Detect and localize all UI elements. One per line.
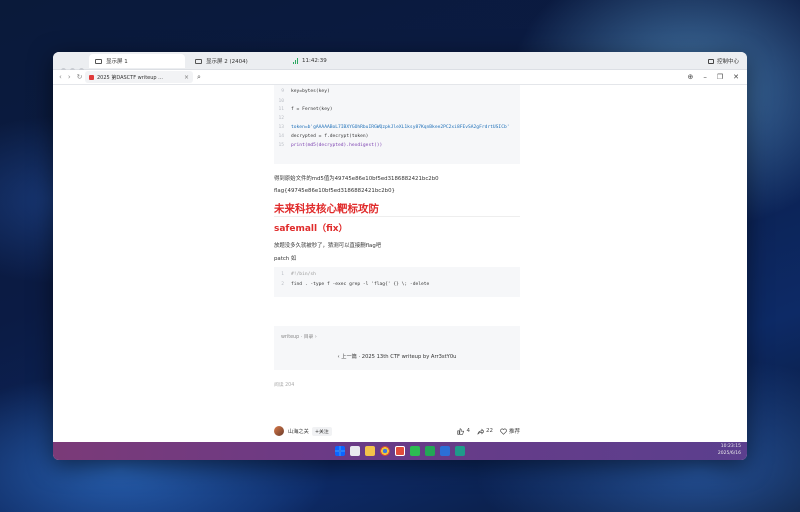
code-line: 9 key=bytes(key) (281, 89, 330, 94)
forward-icon[interactable]: › (68, 72, 71, 82)
code-line: 11 f = Fernet(key) (278, 107, 333, 112)
code-line: 12 (278, 116, 284, 121)
browser-tab[interactable]: 2025 第DASCTF writeup ... × (85, 71, 193, 83)
read-count: 阅读 204 (274, 383, 295, 388)
like-count: 4 (466, 428, 470, 434)
monitor-icon (195, 58, 202, 64)
paragraph-patch: patch 如 (274, 256, 297, 262)
globe-icon[interactable]: ⊕ (687, 71, 693, 83)
like-button[interactable]: 4 (457, 427, 470, 435)
tab-label: 显示屏 1 (106, 59, 128, 65)
code-block-decrypt: 9 key=bytes(key) 10 11 f = Fernet(key) 12 … (274, 85, 520, 164)
previous-article-link[interactable]: ‹ 上一篇 · 2025 13th CTF writeup by Arr3stY… (274, 353, 520, 360)
remote-desktop-window: 显示屏 1 显示屏 2 (2404) 11:42:39 控制中心 ‹ › ↻ 2… (53, 52, 747, 460)
remote-desktop-icon[interactable] (440, 446, 450, 456)
minimize-icon[interactable]: – (703, 71, 707, 83)
divider (274, 216, 520, 217)
code-block-patch: 1 #!/bin/sh 2 find . -type f -exec grep -l… (274, 267, 520, 297)
control-center-label: 控制中心 (716, 59, 739, 65)
author-name[interactable]: 山海之关 (288, 428, 309, 435)
article-actions: 4 22 推荐 (457, 426, 520, 436)
close-tab-icon[interactable]: × (184, 74, 189, 81)
connection-time: 11:42:39 (302, 58, 327, 64)
monitor-icon (95, 58, 102, 64)
recommend-label: 推荐 (508, 429, 520, 435)
signal-icon (293, 58, 298, 64)
code-line: 10 (278, 99, 284, 104)
code-line: 13 token=b'gAAAAABoL7IBXYGOhRbuIRGWQzpkJl… (278, 125, 510, 130)
display-tab-bar: 显示屏 1 显示屏 2 (2404) 11:42:39 控制中心 (53, 52, 747, 73)
connection-status: 11:42:39 (293, 55, 327, 67)
code-line: 15 print(md5(decrypted).hexdigest()) (278, 143, 383, 148)
browser-toolbar: ‹ › ↻ 2025 第DASCTF writeup ... × ⌕ ⊕ – ❐… (53, 70, 747, 85)
close-icon[interactable]: ✕ (733, 71, 739, 83)
messaging-icon[interactable] (425, 446, 435, 456)
code-line: 2 find . -type f -exec grep -l 'flag{' {}… (281, 282, 430, 287)
taskbar: 10:23:15 2025/6/16 (53, 442, 747, 460)
browser-nav: ‹ › ↻ (59, 72, 83, 82)
author-bar: 山海之关 +关注 4 22 推荐 (274, 424, 520, 438)
heart-icon (500, 428, 507, 435)
paragraph-description: 放题没多久就被秒了，猜测可以直接删flag吧 (274, 243, 382, 249)
avatar[interactable] (274, 426, 284, 436)
paragraph-flag: flag{49745e86e10bf5ed3186882421bc2b0} (274, 188, 395, 194)
maximize-icon[interactable]: ❐ (717, 71, 723, 83)
tab-label: 显示屏 2 (2404) (206, 59, 248, 65)
recommend-button[interactable]: 推荐 (500, 427, 520, 435)
control-center-icon (707, 58, 714, 64)
terminal-icon[interactable] (455, 446, 465, 456)
clock-date: 2025/6/16 (717, 450, 741, 456)
app-icon[interactable] (395, 446, 405, 456)
chrome-icon[interactable] (380, 446, 390, 456)
share-count: 22 (485, 428, 493, 434)
clock-time: 10:23:15 (720, 444, 741, 449)
browser-tab-title: 2025 第DASCTF writeup ... (97, 74, 163, 81)
follow-button[interactable]: +关注 (312, 427, 332, 436)
window-controls: ⊕ – ❐ ✕ (687, 71, 739, 83)
paragraph-md5: 得到原始文件的md5值为49745e86e10bf5ed3186882421bc… (274, 176, 439, 182)
windows-start-icon[interactable] (335, 446, 345, 456)
section-heading: 未来科技核心靶标攻防 (274, 203, 379, 215)
tab-display-2[interactable]: 显示屏 2 (2404) (189, 54, 285, 68)
article-footer-card: writeup · 目录 › ‹ 上一篇 · 2025 13th CTF wri… (274, 326, 520, 370)
control-center-button[interactable]: 控制中心 (707, 55, 739, 67)
reload-icon[interactable]: ↻ (77, 72, 83, 82)
favicon-icon (89, 74, 94, 80)
code-line: 1 #!/bin/sh (281, 272, 316, 277)
thumbs-up-icon (457, 427, 465, 435)
code-line: 14 decrypted = f.decrypt(token) (278, 134, 369, 139)
wechat-icon[interactable] (410, 446, 420, 456)
tag-links[interactable]: writeup · 目录 › (281, 333, 317, 340)
tab-display-1[interactable]: 显示屏 1 (89, 54, 185, 68)
share-icon (477, 428, 484, 435)
article-page: 9 key=bytes(key) 10 11 f = Fernet(key) 12 … (53, 85, 747, 442)
subsection-heading: safemall（fix） (274, 224, 348, 234)
file-explorer-icon[interactable] (365, 446, 375, 456)
search-taskbar-icon[interactable] (350, 446, 360, 456)
back-icon[interactable]: ‹ (59, 72, 62, 82)
share-button[interactable]: 22 (477, 428, 493, 435)
search-icon[interactable]: ⌕ (197, 71, 201, 83)
system-clock[interactable]: 10:23:15 2025/6/16 (718, 444, 741, 457)
